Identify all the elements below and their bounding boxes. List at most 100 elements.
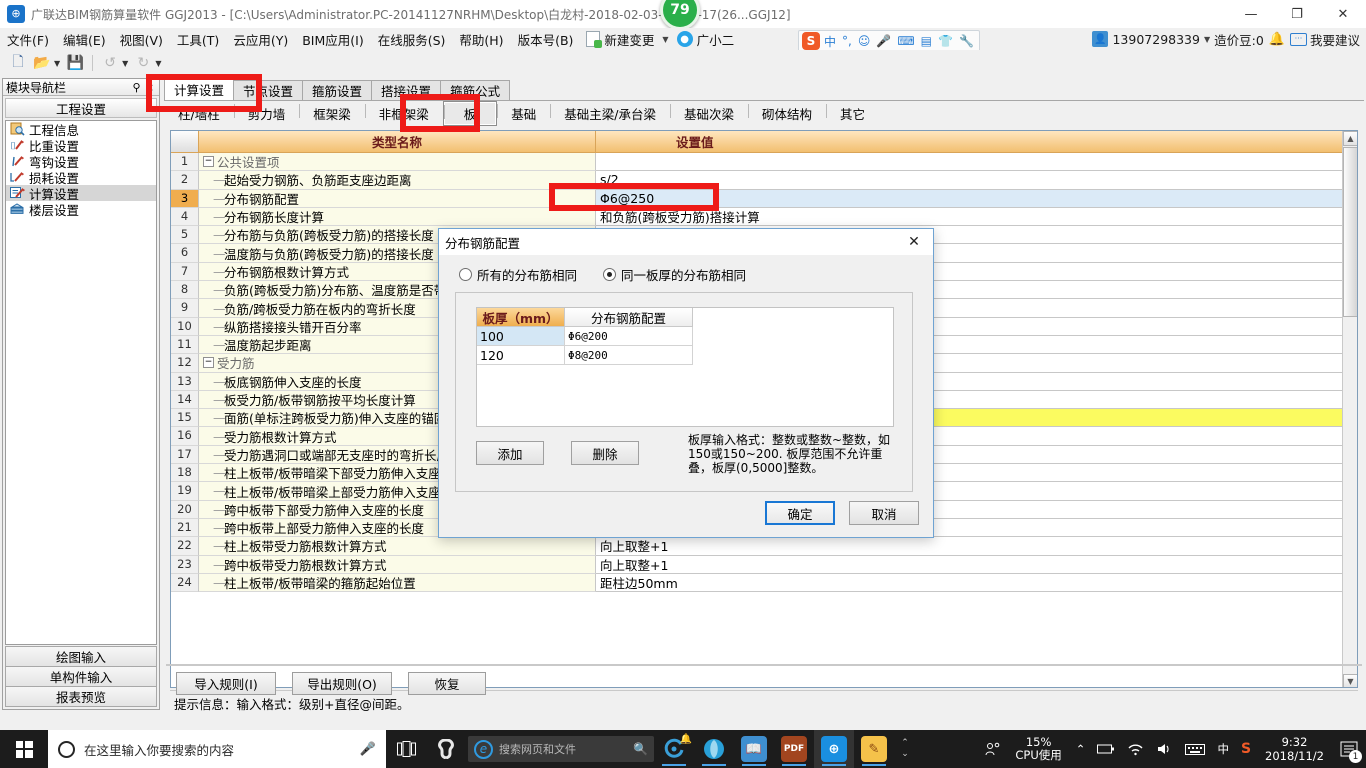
save-file-icon[interactable]: 💾 [63,52,87,74]
taskbar-app-browser[interactable] [694,730,734,768]
open-file-icon[interactable]: 📂 [30,52,54,74]
menu-item-version[interactable]: 版本号(B) [511,28,581,51]
scroll-up-icon[interactable]: ⌃ [901,738,909,749]
chevron-down-icon[interactable]: ▼ [662,35,668,44]
start-button[interactable] [0,730,48,768]
cell-type-name[interactable]: — 起始受力钢筋、负筋距支座边距离 [199,171,596,190]
wifi-icon[interactable] [1121,743,1150,756]
cell-thickness[interactable]: 120 [477,346,565,365]
ok-button[interactable]: 确定 [765,501,835,525]
microphone-icon[interactable]: 🎤 [360,742,376,757]
cell-setting-value[interactable]: Φ6@250 [596,189,1357,208]
cell-setting-value[interactable]: 向上取整+1 [596,537,1357,556]
tab-stirrup-formula[interactable]: 箍筋公式 [440,80,511,100]
tab-foundation-secondary-beam[interactable]: 基础次梁 [670,101,748,126]
dialog-close-icon[interactable]: ✕ [901,234,927,250]
minimize-button[interactable]: — [1228,0,1274,28]
coins-label[interactable]: 造价豆:0 [1214,30,1264,49]
row-number[interactable]: 16 [171,427,199,446]
tab-shear-wall[interactable]: 剪力墙 [233,101,300,126]
taskbar-app-notes[interactable]: ✎ [854,730,894,768]
tab-lap-settings[interactable]: 搭接设置 [371,80,442,100]
scroll-down-arrow-icon[interactable]: ▼ [1343,674,1357,687]
ime-settings-icon[interactable]: 🔧 [957,34,976,48]
ime-language-indicator[interactable]: 中 [1211,741,1235,757]
people-icon[interactable] [978,741,1007,758]
open-file-chevron-down-icon[interactable]: ▼ [54,59,60,68]
report-preview-button[interactable]: 报表预览 [5,686,157,707]
cell-thickness[interactable]: 100 [477,327,565,346]
row-number[interactable]: 9 [171,299,199,318]
redo-chevron-down-icon[interactable]: ▼ [155,59,161,68]
cell-setting-value[interactable]: s/2 [596,171,1357,190]
tab-foundation-main-beam[interactable]: 基础主梁/承台梁 [550,101,670,126]
tab-stirrup-settings[interactable]: 箍筋设置 [302,80,373,100]
menu-item-bim[interactable]: BIM应用(I) [295,28,371,51]
row-number[interactable]: 15 [171,409,199,428]
message-icon[interactable]: ··· [1289,32,1307,46]
export-rules-button[interactable]: 导出规则(O) [292,672,392,695]
table-row[interactable]: 100 Φ6@200 [477,327,893,346]
menu-item-tools[interactable]: 工具(T) [170,28,226,51]
account-chevron-down-icon[interactable]: ▼ [1204,35,1210,44]
row-number[interactable]: 17 [171,445,199,465]
row-number[interactable]: 7 [171,262,199,282]
tab-slab[interactable]: 板 [442,101,498,126]
cell-rebar[interactable]: Φ8@200 [565,346,693,365]
tab-non-frame-beam[interactable]: 非框架梁 [364,101,443,126]
draw-input-button[interactable]: 绘图输入 [5,646,157,667]
table-row[interactable]: 23— 跨中板带受力筋根数计算方式 向上取整+1 [171,555,1357,574]
row-number[interactable]: 12 [171,354,199,373]
ime-card-icon[interactable]: ▤ [919,34,934,48]
taskbar-app-glodon[interactable]: ⊕ [814,730,854,768]
cell-type-name[interactable]: — 柱上板带受力筋根数计算方式 [199,537,596,556]
table-row[interactable]: 1− 公共设置项 [171,153,1357,172]
menu-item-edit[interactable]: 编辑(E) [56,28,113,51]
row-number[interactable]: 1 [171,153,199,172]
battery-icon[interactable] [1091,743,1121,755]
row-number[interactable]: 23 [171,555,199,574]
taskbar-app-reader[interactable]: 📖 [734,730,774,768]
table-row[interactable]: 2— 起始受力钢筋、负筋距支座边距离 s/2 [171,171,1357,190]
menu-item-help[interactable]: 帮助(H) [452,28,510,51]
cell-rebar[interactable]: Φ6@200 [565,327,693,346]
scroll-up-arrow-icon[interactable]: ▲ [1343,131,1357,146]
volume-icon[interactable] [1150,742,1179,756]
row-number[interactable]: 8 [171,281,199,300]
search-icon[interactable]: 🔍 [633,742,648,756]
row-number[interactable]: 20 [171,500,199,519]
maximize-button[interactable]: ❐ [1274,0,1320,28]
tab-masonry-structure[interactable]: 砌体结构 [748,101,826,126]
row-number[interactable]: 10 [171,317,199,336]
undo-chevron-down-icon[interactable]: ▼ [122,59,128,68]
taskbar-app-pdf[interactable]: PDF [774,730,814,768]
ime-punctuation-icon[interactable]: °, [840,34,854,48]
cell-type-name[interactable]: — 柱上板带/板带暗梁的箍筋起始位置 [199,573,596,593]
taskbar-clock[interactable]: 9:32 2018/11/2 [1257,735,1332,763]
table-row[interactable]: 24— 柱上板带/板带暗梁的箍筋起始位置 距柱边50mm [171,573,1357,593]
menu-item-view[interactable]: 视图(V) [113,28,170,51]
row-number[interactable]: 11 [171,335,199,355]
tab-column-wall-column[interactable]: 柱/墙柱 [164,101,234,126]
single-component-input-button[interactable]: 单构件输入 [5,666,157,687]
new-file-icon[interactable]: 🗋 [6,52,30,74]
table-row[interactable]: 4— 分布钢筋长度计算 和负筋(跨板受力筋)搭接计算 [171,207,1357,227]
cell-setting-value[interactable]: 向上取整+1 [596,555,1357,574]
ime-skin-icon[interactable]: 👕 [936,34,955,48]
menu-item-file[interactable]: 文件(F) [0,28,56,51]
row-number[interactable]: 21 [171,518,199,538]
cpu-usage-indicator[interactable]: 15% CPU使用 [1007,736,1069,762]
account-phone[interactable]: 13907298339 [1112,32,1199,47]
menu-item-online-service[interactable]: 在线服务(S) [371,28,453,51]
cell-type-name[interactable]: — 分布钢筋配置 [199,189,596,208]
cell-setting-value[interactable]: 和负筋(跨板受力筋)搭接计算 [596,207,1357,227]
keyboard-icon[interactable] [1179,743,1211,756]
radio-all-same[interactable]: 所有的分布筋相同 [459,265,577,284]
row-number[interactable]: 19 [171,482,199,501]
undo-icon[interactable]: ↺ [98,52,122,74]
sogou-logo-icon[interactable]: S [802,32,820,50]
menu-item-cloud[interactable]: 云应用(Y) [226,28,295,51]
radio-same-thickness[interactable]: 同一板厚的分布筋相同 [603,265,746,284]
grid-vertical-scrollbar[interactable]: ▲ ▼ [1342,131,1357,687]
new-change-group[interactable]: 新建变更 ▼ ● 广小二 [586,30,734,49]
